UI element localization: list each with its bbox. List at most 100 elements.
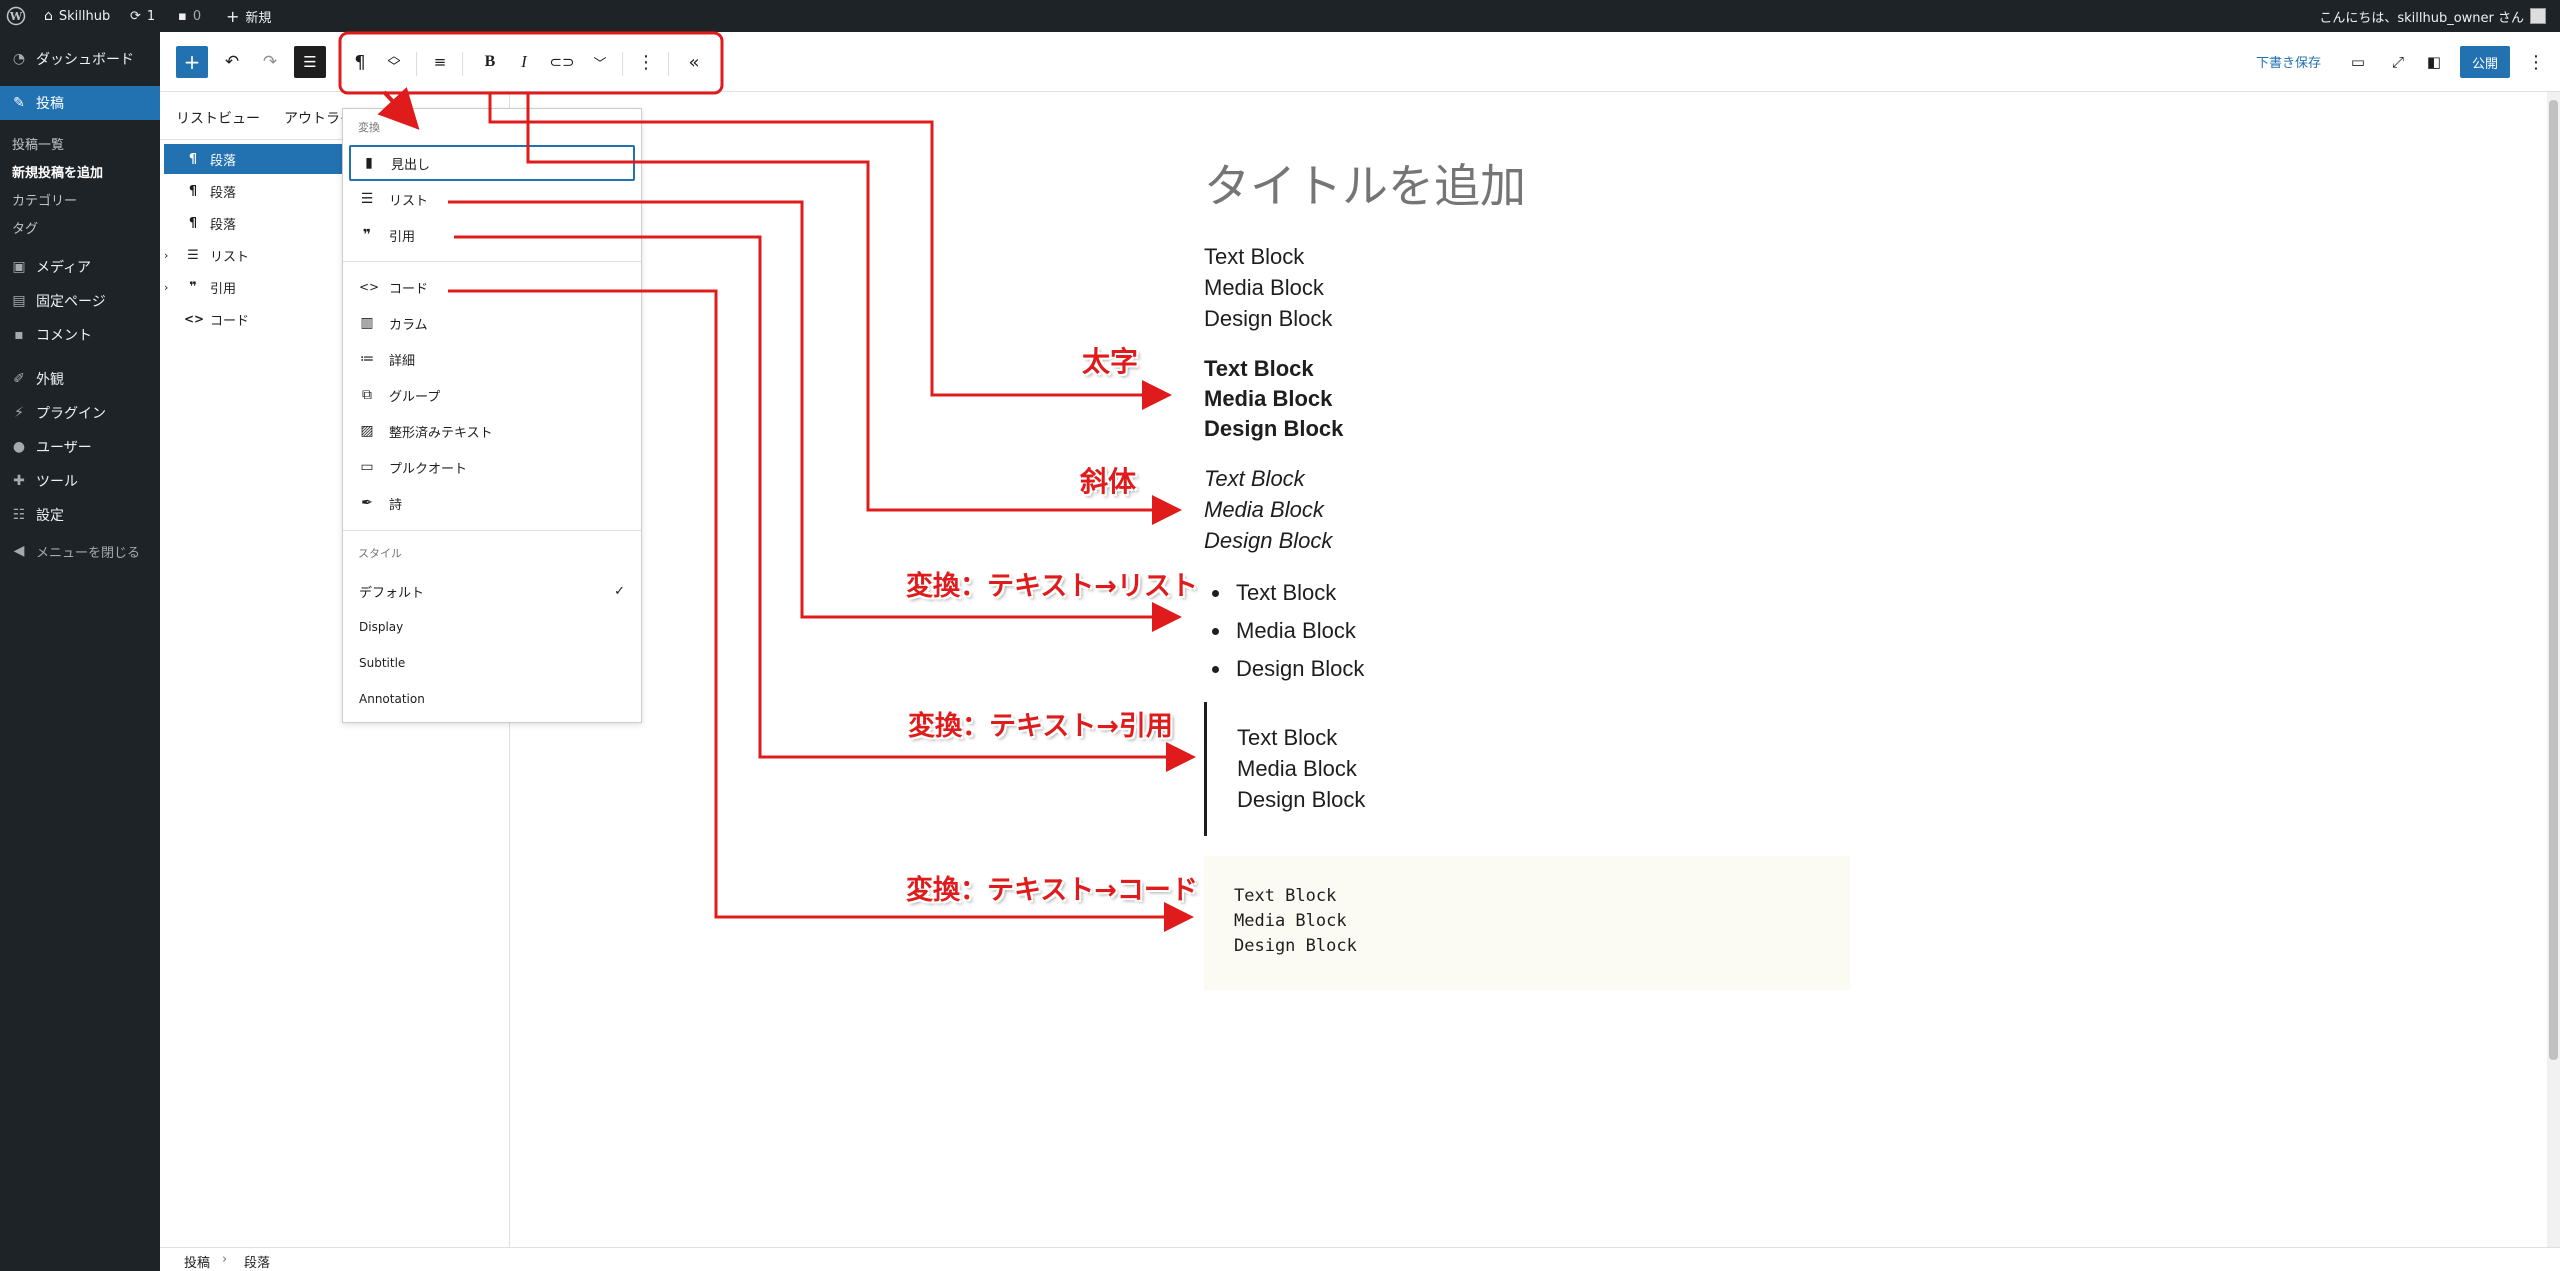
- paragraph-icon: ¶: [354, 51, 366, 73]
- submenu-categories[interactable]: カテゴリー: [12, 186, 77, 212]
- more-rich-text-button[interactable]: ﹀: [584, 46, 616, 78]
- code-block[interactable]: Text Block Media Block Design Block: [1204, 856, 1850, 990]
- annotation-to-quote: 変換：テキスト→引用: [908, 711, 1173, 742]
- wordpress-logo-icon[interactable]: W: [6, 0, 26, 32]
- italic-button[interactable]: I: [508, 46, 540, 78]
- transform-to-list[interactable]: ☰ リスト: [349, 181, 635, 217]
- transform-to-pullquote[interactable]: ▭ プルクオート: [349, 449, 635, 485]
- admin-menu: ◔ ダッシュボード ✎ 投稿 投稿一覧 新規投稿を追加 カテゴリー タグ ▣ メ…: [0, 32, 160, 1271]
- breadcrumb-root[interactable]: 投稿: [184, 1252, 210, 1271]
- wrench-icon: ✚: [13, 473, 25, 489]
- list-item: Design Block: [1232, 650, 1364, 688]
- new-label: 新規: [245, 10, 272, 26]
- settings-sidebar-button[interactable]: ◧: [2418, 46, 2450, 78]
- list-item-list[interactable]: › ☰ リスト: [164, 240, 344, 270]
- block-breadcrumb: 投稿 › 段落: [160, 1247, 2560, 1271]
- style-default[interactable]: デフォルト ✓: [359, 574, 629, 608]
- publish-button[interactable]: 公開: [2460, 46, 2510, 78]
- save-draft-button[interactable]: 下書き保存: [2256, 52, 2321, 71]
- site-name-link[interactable]: ⌂ Skillhub: [44, 0, 110, 32]
- style-annotation[interactable]: Annotation: [359, 682, 629, 716]
- canvas-scrollbar-thumb[interactable]: [2549, 100, 2558, 1060]
- group-icon: ⧉: [362, 387, 372, 403]
- view-post-button[interactable]: ⤢: [2382, 46, 2414, 78]
- move-block-buttons[interactable]: ︿ ﹀: [378, 46, 410, 78]
- updates-icon: ⟳: [130, 8, 141, 24]
- preview-button[interactable]: ▭: [2342, 46, 2374, 78]
- list-item-paragraph[interactable]: ¶ 段落: [164, 176, 344, 206]
- transform-to-preformatted[interactable]: ▨ 整形済みテキスト: [349, 413, 635, 449]
- list-item-label: コード: [210, 313, 250, 329]
- menu-comments[interactable]: ▪ コメント: [0, 318, 160, 352]
- list-item-paragraph[interactable]: ¶ 段落: [164, 208, 344, 238]
- bold-button[interactable]: B: [474, 46, 506, 78]
- list-item-quote[interactable]: › ❞ 引用: [164, 272, 344, 302]
- collapse-toolbar-button[interactable]: «: [678, 46, 710, 78]
- block-inserter-button[interactable]: +: [176, 46, 208, 78]
- submenu-add-new-post[interactable]: 新規投稿を追加: [12, 158, 103, 184]
- list-item-code[interactable]: <> コード: [164, 304, 344, 334]
- align-button[interactable]: ≡: [424, 46, 456, 78]
- transform-to-code[interactable]: <> コード: [349, 269, 635, 305]
- menu-plugins[interactable]: ⚡ プラグイン: [0, 396, 160, 430]
- transform-to-details[interactable]: ≔ 詳細: [349, 341, 635, 377]
- menu-dashboard[interactable]: ◔ ダッシュボード: [0, 42, 160, 76]
- style-display[interactable]: Display: [359, 610, 629, 644]
- list-item-paragraph[interactable]: ¶ 段落: [164, 144, 344, 174]
- menu-item-label: プルクオート: [389, 461, 468, 477]
- new-content-link[interactable]: + 新規: [226, 0, 271, 32]
- menu-item-label: カラム: [389, 317, 428, 333]
- italic-icon: I: [521, 52, 527, 71]
- updates-link[interactable]: ⟳ 1: [130, 0, 155, 32]
- transform-to-group[interactable]: ⧉ グループ: [349, 377, 635, 413]
- tab-list-view[interactable]: リストビュー: [176, 108, 260, 128]
- transform-to-quote[interactable]: ❞ 引用: [349, 217, 635, 253]
- style-subtitle[interactable]: Subtitle: [359, 646, 629, 680]
- list-block[interactable]: Text Block Media Block Design Block: [1232, 574, 1364, 688]
- undo-icon: ↶: [224, 52, 240, 72]
- menu-tools[interactable]: ✚ ツール: [0, 464, 160, 498]
- transform-block-button[interactable]: ¶: [344, 46, 376, 78]
- chevron-right-icon[interactable]: ›: [164, 281, 176, 294]
- menu-posts[interactable]: ✎ 投稿: [0, 86, 160, 120]
- undo-button[interactable]: ↶: [216, 46, 248, 78]
- list-item-label: 引用: [210, 281, 237, 297]
- paragraph-line: Media Block: [1204, 386, 1333, 411]
- paragraph-block[interactable]: Text Block Media Block Design Block: [1204, 241, 1332, 334]
- toolbar-divider: [462, 52, 463, 76]
- submenu-tags[interactable]: タグ: [12, 214, 38, 240]
- submenu-all-posts[interactable]: 投稿一覧: [12, 130, 64, 156]
- menu-pages[interactable]: ▤ 固定ページ: [0, 284, 160, 318]
- editor-canvas: [511, 92, 2547, 1247]
- user-icon: ●: [12, 439, 26, 455]
- chevron-right-icon[interactable]: ›: [164, 249, 176, 262]
- redo-button[interactable]: ↷: [254, 46, 286, 78]
- annotation-to-list: 変換：テキスト→リスト: [906, 571, 1198, 602]
- italic-paragraph-block[interactable]: Text Block Media Block Design Block: [1204, 463, 1332, 556]
- comments-link[interactable]: ▪ 0: [178, 0, 201, 32]
- menu-users[interactable]: ● ユーザー: [0, 430, 160, 464]
- transform-to-heading[interactable]: ▮ 見出し: [349, 145, 635, 181]
- transform-to-verse[interactable]: ✒ 詩: [349, 485, 635, 521]
- quote-block[interactable]: Text Block Media Block Design Block: [1204, 702, 1365, 836]
- my-account-link[interactable]: こんにちは、skillhub_owner さん: [2319, 0, 2546, 32]
- transform-to-columns[interactable]: ▥ カラム: [349, 305, 635, 341]
- link-button[interactable]: ⊂⊃: [546, 46, 578, 78]
- menu-appearance[interactable]: ✐ 外観: [0, 362, 160, 396]
- editor-options-button[interactable]: ⋮: [2520, 46, 2552, 78]
- dashboard-icon: ◔: [12, 51, 26, 67]
- quote-line: Media Block: [1237, 756, 1357, 781]
- settings-icon: ☷: [12, 507, 26, 523]
- updates-count: 1: [146, 8, 156, 24]
- options-button[interactable]: ⋮: [630, 46, 662, 78]
- bold-paragraph-block[interactable]: Text Block Media Block Design Block: [1204, 354, 1343, 444]
- quote-line: Text Block: [1237, 725, 1338, 750]
- collapse-icon: ◀: [13, 543, 25, 559]
- menu-media[interactable]: ▣ メディア: [0, 250, 160, 284]
- paragraph-line: Design Block: [1204, 528, 1333, 553]
- external-icon: ⤢: [2391, 53, 2404, 71]
- document-overview-button[interactable]: ☰: [294, 46, 326, 78]
- post-title-input[interactable]: タイトルを追加: [1204, 150, 1526, 216]
- menu-settings[interactable]: ☷ 設定: [0, 498, 160, 532]
- collapse-menu-button[interactable]: ◀ メニューを閉じる: [0, 534, 160, 568]
